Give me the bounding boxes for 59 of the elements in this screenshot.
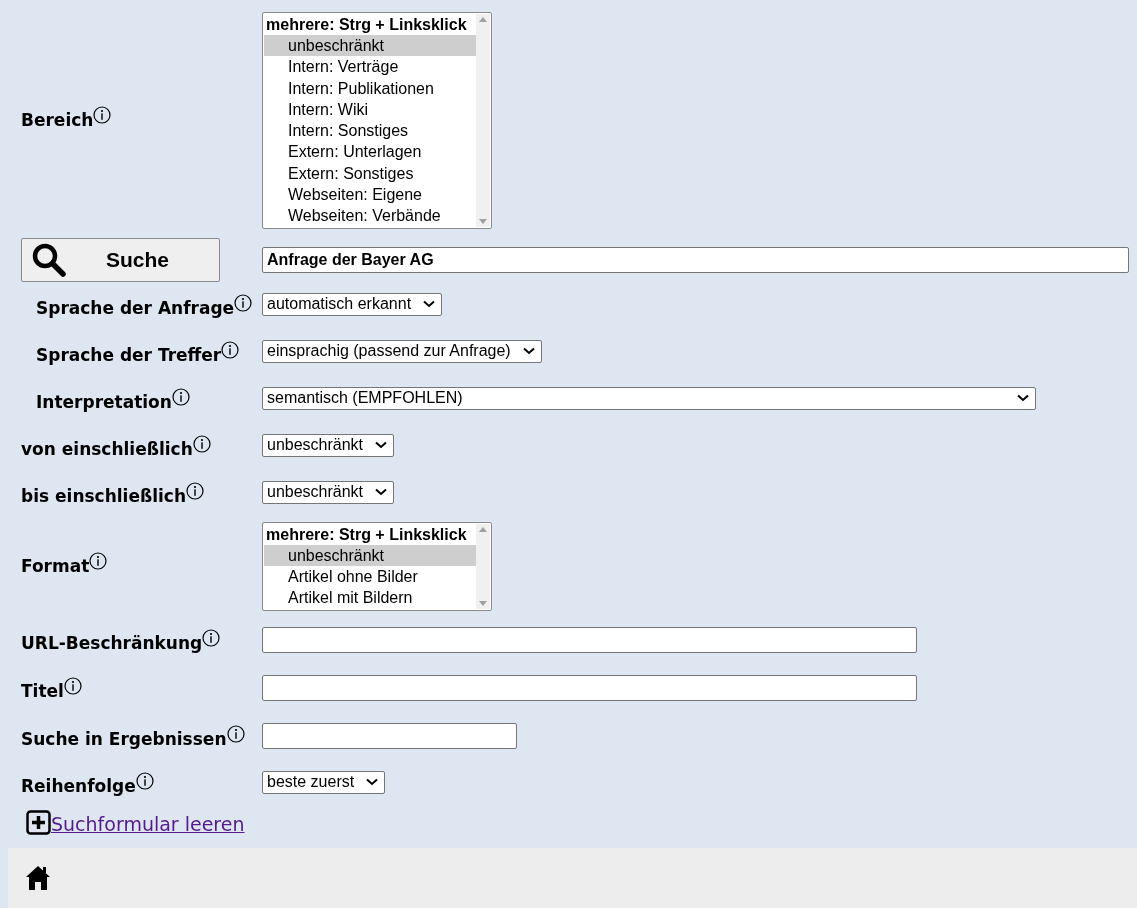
info-icon[interactable] [234, 293, 253, 312]
listbox-option[interactable]: Intern: Verträge [264, 56, 476, 78]
field-label: Sprache der Anfrage [36, 297, 235, 318]
reset-link[interactable]: Suchformular leeren [51, 809, 245, 839]
chevron-down-icon [375, 441, 388, 450]
listbox-hint: mehrere: Strg + Linksklick [265, 15, 468, 35]
listbox-option[interactable]: Extern: Sonstiges [264, 162, 476, 185]
info-icon[interactable] [186, 481, 205, 500]
field-label: URL-Beschränkung [21, 632, 203, 653]
field-label: Bereich [21, 110, 94, 131]
listbox[interactable]: mehrere: Strg + Linksklick unbeschränkt Intern: Verträge Intern: Publikationen Intern: Wiki Intern: Sonstiges Extern: Unterlagen Extern: Sonstiges Webseiten: Eigene Webseiten: Verbände [262, 12, 492, 229]
plus-square-icon[interactable] [26, 809, 51, 835]
info-icon[interactable] [63, 676, 82, 695]
dropdown[interactable]: unbeschränkt [262, 433, 395, 457]
text-field[interactable] [262, 722, 517, 749]
listbox-hint: mehrere: Strg + Linksklick [265, 524, 468, 545]
listbox-option[interactable]: Webseiten: Verbände [264, 205, 476, 227]
field-label: Suche in Ergebnissen [21, 728, 227, 749]
field-label: Interpretation [36, 391, 172, 412]
field-label: Format [21, 556, 90, 577]
chevron-down-icon [1017, 394, 1029, 403]
listbox-option[interactable]: Intern: Sonstiges [264, 120, 476, 142]
info-icon[interactable] [93, 106, 112, 125]
field-label: Titel [21, 680, 64, 701]
field-label: Sprache der Treffer [36, 344, 222, 365]
info-icon[interactable] [89, 552, 108, 571]
field-label: bis einschließlich [21, 485, 187, 506]
info-icon[interactable] [135, 771, 154, 790]
listbox-option[interactable]: Extern: Unterlagen [264, 141, 476, 163]
chevron-down-icon [366, 778, 379, 787]
listbox-option[interactable]: unbeschränkt [264, 544, 476, 566]
listbox-option[interactable]: Intern: Wiki [264, 98, 476, 121]
search-icon [32, 242, 66, 277]
listbox-option[interactable]: Artikel mit Bildern [264, 587, 476, 609]
listbox-option[interactable]: Webseiten: Eigene [264, 184, 476, 206]
info-icon[interactable] [221, 340, 240, 359]
listbox-option[interactable]: Intern: Publikationen [264, 77, 476, 99]
dropdown[interactable]: beste zuerst [262, 770, 386, 794]
search-button[interactable]: Suche [21, 237, 220, 282]
info-icon[interactable] [192, 434, 211, 453]
text-field[interactable] [262, 626, 917, 653]
dropdown[interactable]: unbeschränkt [262, 480, 395, 504]
listbox[interactable]: mehrere: Strg + Linksklick unbeschränkt Artikel ohne Bilder Artikel mit Bildern [262, 521, 492, 611]
query-field[interactable]: Anfrage der Bayer AG [262, 246, 1129, 273]
info-icon[interactable] [202, 628, 221, 647]
home-icon[interactable] [25, 865, 51, 891]
text-field[interactable] [262, 674, 917, 701]
info-icon[interactable] [226, 724, 245, 743]
listbox-option[interactable]: Artikel ohne Bilder [264, 565, 476, 588]
info-icon[interactable] [171, 387, 190, 406]
chevron-down-icon [423, 300, 436, 309]
dropdown[interactable]: semantisch (EMPFOHLEN) [262, 386, 1036, 410]
field-label: Reihenfolge [21, 775, 136, 796]
chevron-down-icon [522, 347, 535, 356]
field-label: von einschließlich [21, 438, 193, 459]
chevron-down-icon [375, 488, 388, 497]
dropdown[interactable]: automatisch erkannt [262, 292, 443, 316]
dropdown[interactable]: einsprachig (passend zur Anfrage) [262, 339, 542, 363]
listbox-option[interactable]: unbeschränkt [264, 35, 476, 57]
